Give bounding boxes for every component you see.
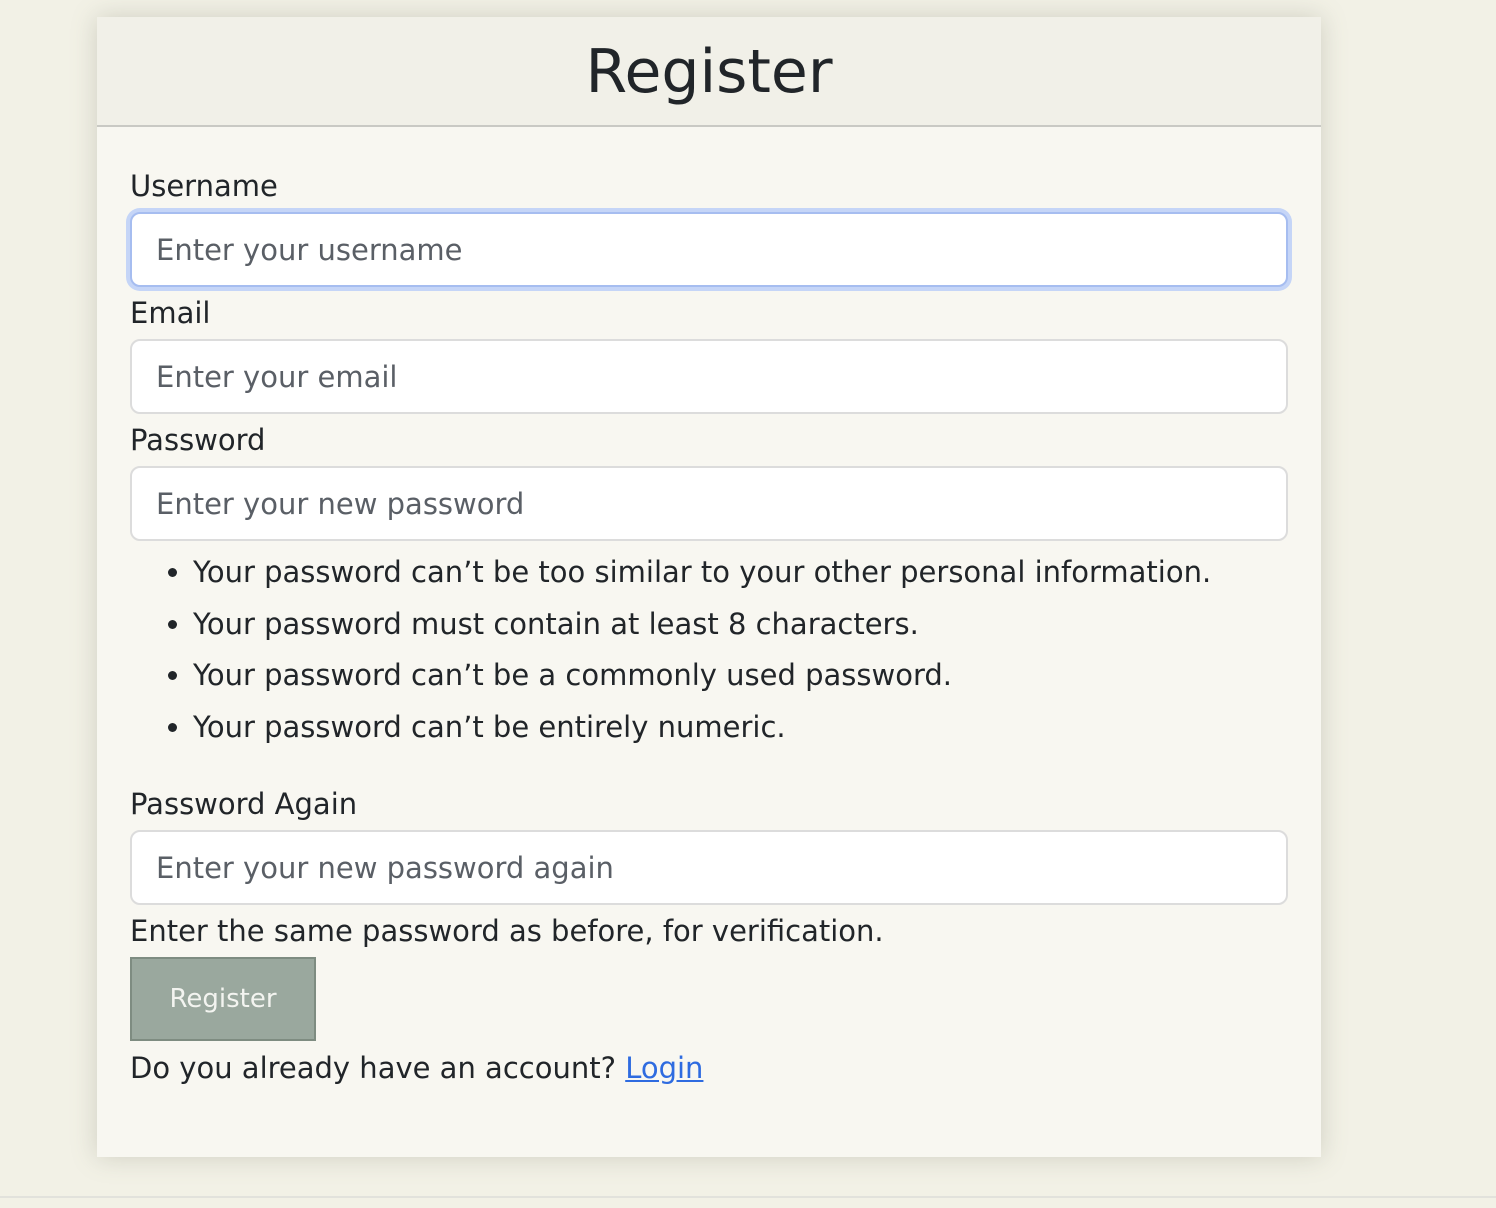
login-link[interactable]: Login [625, 1051, 703, 1085]
password-again-help: Enter the same password as before, for v… [130, 914, 884, 948]
password-rule: Your password can’t be a commonly used p… [193, 650, 1280, 702]
email-input[interactable] [130, 339, 1288, 414]
password-rule: Your password must contain at least 8 ch… [193, 599, 1280, 651]
password-rules-list: Your password can’t be too similar to yo… [130, 547, 1280, 753]
username-input[interactable] [130, 212, 1288, 287]
password-again-label: Password Again [130, 787, 358, 821]
page-title: Register [585, 37, 833, 107]
password-again-input[interactable] [130, 830, 1288, 905]
card-header: Register [97, 17, 1321, 127]
register-button[interactable]: Register [130, 957, 316, 1041]
password-label: Password [130, 423, 266, 457]
password-rule: Your password can’t be too similar to yo… [193, 547, 1280, 599]
username-label: Username [130, 169, 278, 203]
login-prompt-text: Do you already have an account? [130, 1051, 616, 1085]
register-card: Register Username Email Password Your pa… [97, 17, 1321, 1157]
password-rule: Your password can’t be entirely numeric. [193, 702, 1280, 754]
email-label: Email [130, 296, 211, 330]
login-prompt-line: Do you already have an account? Login [130, 1050, 703, 1086]
page-bottom-divider [0, 1196, 1496, 1198]
password-input[interactable] [130, 466, 1288, 541]
